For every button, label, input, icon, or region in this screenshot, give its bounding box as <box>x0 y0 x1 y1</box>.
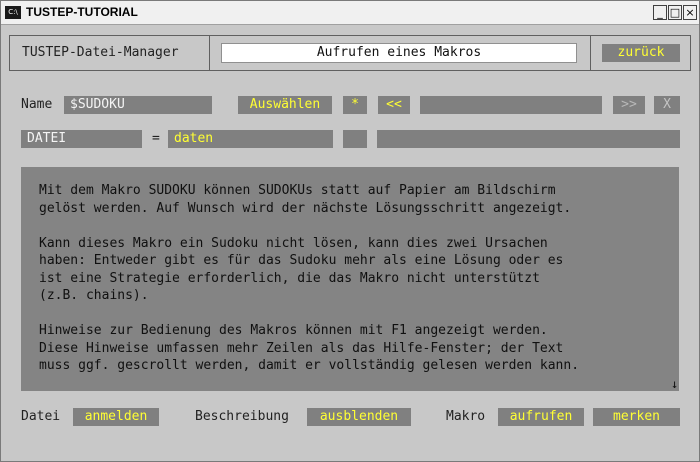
name-label: Name <box>21 97 53 112</box>
macro-label: Makro <box>446 409 486 424</box>
hide-description-button[interactable]: ausblenden <box>307 408 411 426</box>
macro-description[interactable]: Mit dem Makro SUDOKU können SUDOKUs stat… <box>21 167 679 391</box>
title-bar: C:\ TUSTEP-TUTORIAL _ □ × <box>1 1 699 25</box>
file-type-field[interactable]: DATEI <box>21 130 142 148</box>
remember-button[interactable]: merken <box>593 408 680 426</box>
maximize-button[interactable]: □ <box>668 5 682 20</box>
select-button[interactable]: Auswählen <box>238 96 332 114</box>
description-label: Beschreibung <box>195 409 289 424</box>
app-name: TUSTEP-Datei-Manager <box>10 36 210 70</box>
register-button[interactable]: anmelden <box>73 408 159 426</box>
call-macro-button[interactable]: aufrufen <box>498 408 584 426</box>
minimize-button[interactable]: _ <box>653 5 667 20</box>
header-divider <box>590 36 591 70</box>
equals-sign: = <box>152 131 160 146</box>
file-label: Datei <box>21 409 61 424</box>
close-button[interactable]: × <box>683 5 697 20</box>
scroll-down-icon[interactable]: ↓ <box>671 377 678 391</box>
file-name-field[interactable]: daten <box>168 130 333 148</box>
header-bar: TUSTEP-Datei-Manager Aufrufen eines Makr… <box>9 35 691 71</box>
next-button[interactable]: >> <box>613 96 645 114</box>
console-icon: C:\ <box>5 6 21 19</box>
option-field[interactable] <box>343 130 367 148</box>
parameter-field[interactable] <box>377 130 680 148</box>
back-button[interactable]: zurück <box>602 44 680 62</box>
previous-button[interactable]: << <box>378 96 410 114</box>
screen-title: Aufrufen eines Makros <box>221 43 577 63</box>
window-title: TUSTEP-TUTORIAL <box>26 5 138 19</box>
name-field[interactable]: $SUDOKU <box>64 96 212 114</box>
wildcard-button[interactable]: * <box>343 96 367 114</box>
selection-field[interactable] <box>420 96 602 114</box>
clear-button[interactable]: X <box>654 96 680 114</box>
app-window: C:\ TUSTEP-TUTORIAL _ □ × TUSTEP-Datei-M… <box>0 0 700 462</box>
